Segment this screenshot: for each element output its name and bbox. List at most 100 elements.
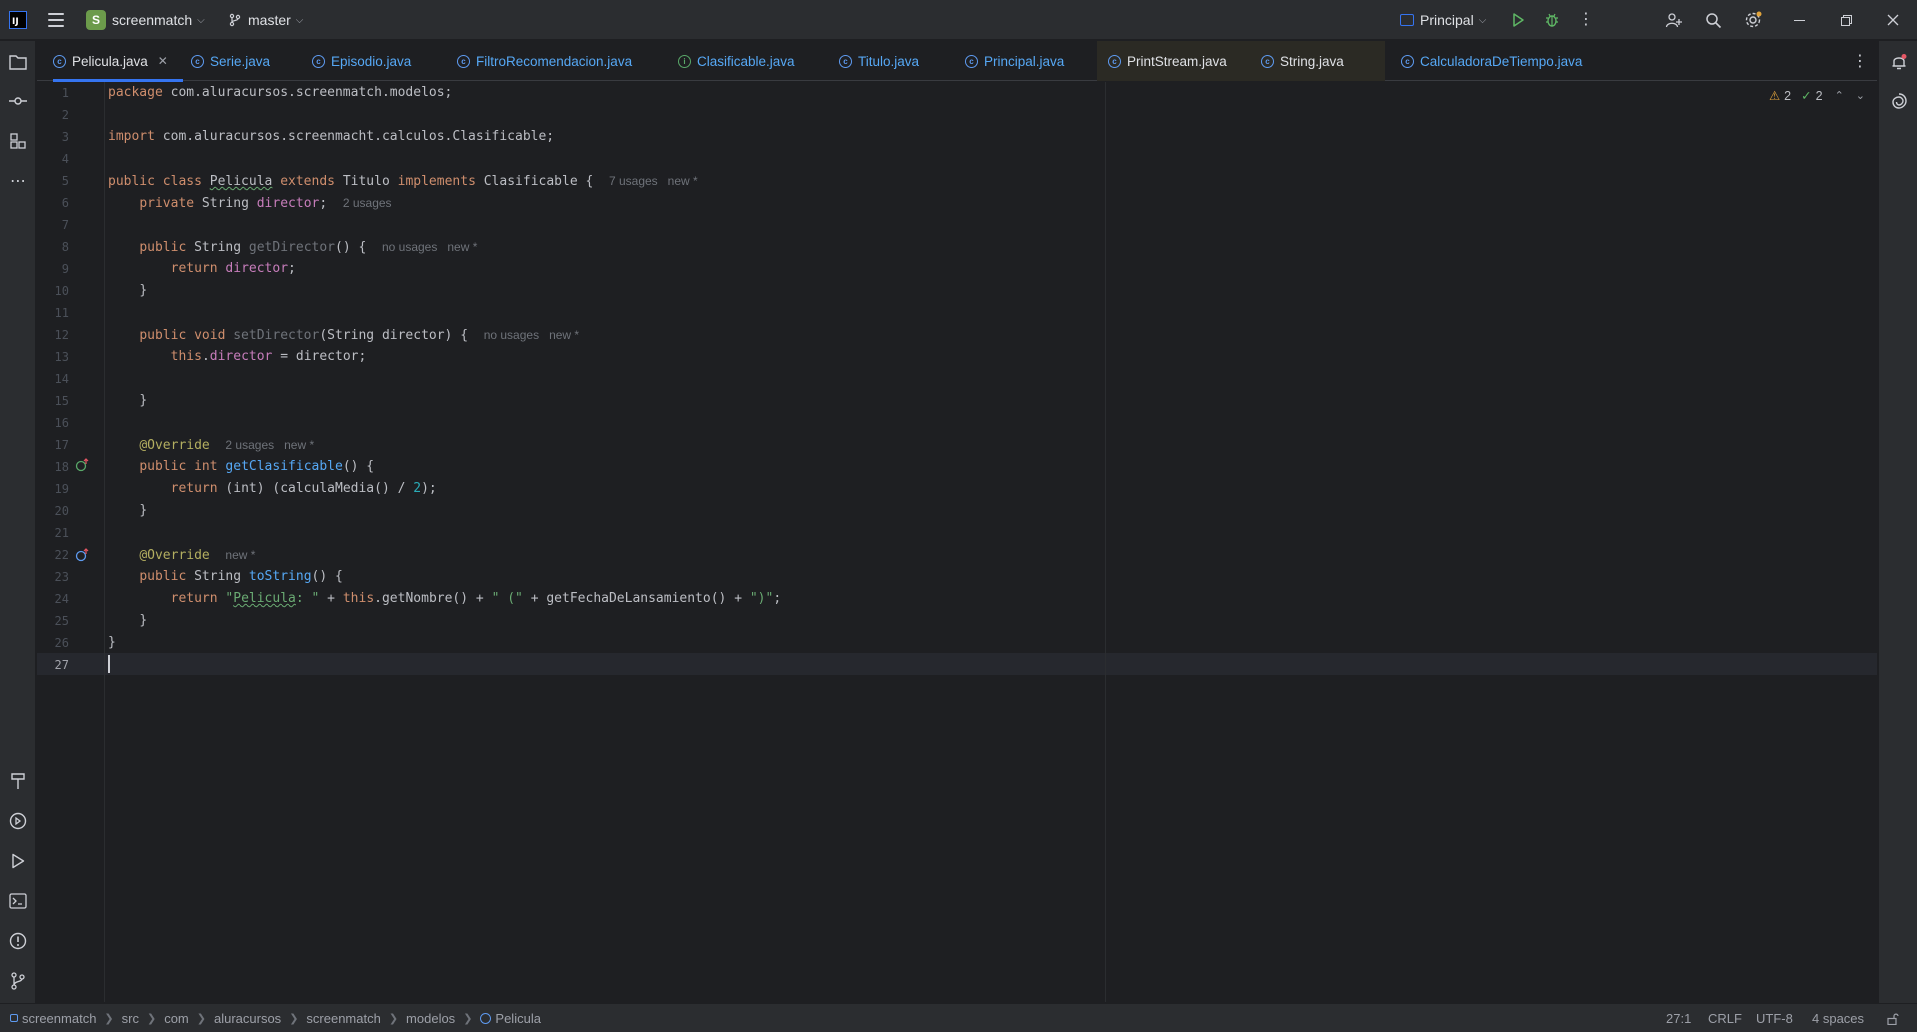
bug-icon: [1546, 13, 1558, 27]
run-button[interactable]: [1506, 8, 1530, 32]
run-config-name: Principal: [1420, 12, 1474, 28]
debug-button[interactable]: [1540, 8, 1564, 32]
breadcrumb-item[interactable]: com: [164, 1011, 189, 1026]
inspection-widget[interactable]: ⚠ 2 ✓ 2 ⌃ ⌄: [1769, 88, 1865, 104]
vcs-branch-widget[interactable]: master ⌵: [228, 0, 303, 40]
code-editor[interactable]: 1 2 3 4 5 6 7 8 9 10 11 12 13 14 15 16 1…: [37, 82, 1877, 1002]
method-signature: (String director) {: [319, 328, 469, 343]
superclass-name: Titulo: [342, 174, 390, 189]
tab-pelicula[interactable]: c Pelicula.java ✕: [53, 41, 183, 82]
method-signature: () {: [311, 569, 343, 584]
more-actions-button[interactable]: ⋮: [1574, 8, 1598, 32]
tab-titulo[interactable]: c Titulo.java: [839, 41, 919, 81]
chevron-down-icon: ⌵: [197, 14, 205, 26]
breadcrumb-item[interactable]: src: [122, 1011, 139, 1026]
git-tool-button[interactable]: [6, 969, 30, 993]
minimize-button[interactable]: [1787, 8, 1811, 32]
run-icon: [1513, 13, 1524, 27]
read-only-toggle[interactable]: [1887, 1004, 1899, 1032]
keyword: public class: [108, 174, 202, 189]
breadcrumb-item[interactable]: Pelicula: [495, 1011, 541, 1026]
caret-position[interactable]: 27:1: [1666, 1004, 1691, 1032]
branch-name: master: [248, 12, 291, 28]
services-icon: [9, 812, 27, 830]
tab-episodio[interactable]: c Episodio.java: [312, 41, 411, 81]
closing-brace: }: [139, 613, 148, 628]
ai-assistant-button[interactable]: [1887, 89, 1911, 113]
keyword: this: [342, 591, 375, 606]
chevron-right-icon: ❯: [146, 1012, 157, 1025]
keyword: return: [170, 261, 218, 276]
tab-printstream[interactable]: c PrintStream.java: [1097, 41, 1249, 81]
problems-tool-button[interactable]: [6, 929, 30, 953]
code-line: this.director = director;: [108, 346, 367, 368]
chevron-down-icon[interactable]: ⌄: [1856, 89, 1865, 102]
code-with-me-button[interactable]: [1662, 8, 1686, 32]
restore-icon: [1840, 14, 1852, 26]
settings-button[interactable]: [1741, 8, 1765, 32]
tab-filtro-recomendacion[interactable]: c FiltroRecomendacion.java: [457, 41, 632, 81]
usages-inlay-hint[interactable]: 2 usages: [343, 196, 392, 210]
breadcrumb-item[interactable]: modelos: [406, 1011, 455, 1026]
implements-method-gutter-icon[interactable]: [75, 458, 89, 472]
import-path: com.aluracursos.screenmacht.calculos.Cla…: [154, 129, 555, 144]
usages-inlay-hint[interactable]: 2 usages new *: [225, 438, 314, 452]
class-icon: c: [312, 54, 325, 68]
usages-inlay-hint[interactable]: no usages new *: [382, 240, 477, 254]
breadcrumb-item[interactable]: screenmatch: [22, 1011, 96, 1026]
project-widget[interactable]: S screenmatch ⌵: [86, 0, 205, 40]
project-tool-button[interactable]: [6, 50, 30, 74]
line-ending-selector[interactable]: CRLF: [1708, 1004, 1742, 1032]
chevron-right-icon: ❯: [196, 1012, 206, 1025]
tab-string[interactable]: c String.java: [1249, 41, 1385, 81]
chevron-down-icon: ⌵: [295, 14, 304, 26]
close-tab-icon[interactable]: ✕: [158, 54, 168, 68]
usages-inlay-hint[interactable]: new *: [225, 548, 255, 562]
commit-tool-button[interactable]: [6, 89, 30, 113]
line-number: 26: [54, 636, 69, 650]
run-tool-button[interactable]: [6, 849, 30, 873]
chevron-up-icon[interactable]: ⌃: [1835, 89, 1844, 102]
indent-selector[interactable]: 4 spaces: [1812, 1004, 1864, 1032]
more-tools-icon[interactable]: ⋯: [6, 169, 30, 193]
tab-calculadora-de-tiempo[interactable]: c CalculadoraDeTiempo.java: [1401, 41, 1582, 81]
class-icon: c: [53, 54, 66, 68]
spiral-icon: [1892, 93, 1907, 109]
line-number-gutter[interactable]: 1 2 3 4 5 6 7 8 9 10 11 12 13 14 15 16 1…: [37, 82, 105, 1002]
tab-principal[interactable]: c Principal.java: [965, 41, 1064, 81]
usages-inlay-hint[interactable]: no usages new *: [484, 328, 579, 342]
notifications-button[interactable]: [1887, 50, 1911, 74]
tab-label: Clasificable.java: [697, 53, 795, 69]
method-signature: () {: [342, 459, 375, 474]
code-area[interactable]: package com.aluracursos.screenmatch.mode…: [108, 82, 1808, 1002]
encoding-selector[interactable]: UTF-8: [1756, 1004, 1793, 1032]
keyword: extends: [280, 174, 335, 189]
editor-tab-bar: c Pelicula.java ✕ c Serie.java c Episodi…: [37, 41, 1877, 82]
search-everywhere-button[interactable]: [1701, 8, 1725, 32]
close-window-button[interactable]: [1881, 8, 1905, 32]
run-config-selector[interactable]: Principal ⌵: [1400, 0, 1486, 40]
problems-icon: [9, 932, 27, 950]
line-number: 17: [54, 438, 69, 452]
tab-clasificable[interactable]: i Clasificable.java: [678, 41, 795, 81]
close-icon: [1887, 14, 1899, 26]
tab-label: Pelicula.java: [72, 53, 148, 69]
method-signature: () {: [335, 240, 367, 255]
services-tool-button[interactable]: [6, 809, 30, 833]
tab-serie[interactable]: c Serie.java: [191, 41, 270, 81]
breadcrumb-item[interactable]: screenmatch: [306, 1011, 380, 1026]
terminal-tool-button[interactable]: [6, 889, 30, 913]
main-menu-icon[interactable]: [48, 13, 64, 27]
restore-button[interactable]: [1834, 8, 1858, 32]
tab-actions-button[interactable]: ⋮: [1852, 41, 1868, 81]
project-name: screenmatch: [112, 12, 193, 28]
breadcrumb-item[interactable]: aluracursos: [214, 1011, 281, 1026]
usages-inlay-hint[interactable]: 7 usages new *: [609, 174, 698, 188]
build-tool-button[interactable]: [6, 769, 30, 793]
code-line: package com.aluracursos.screenmatch.mode…: [108, 82, 452, 104]
overrides-method-gutter-icon[interactable]: [75, 548, 89, 562]
line-number: 7: [61, 218, 69, 232]
intellij-logo-icon[interactable]: IJ: [9, 11, 27, 29]
structure-tool-button[interactable]: [6, 129, 30, 153]
dot: .: [201, 349, 210, 364]
